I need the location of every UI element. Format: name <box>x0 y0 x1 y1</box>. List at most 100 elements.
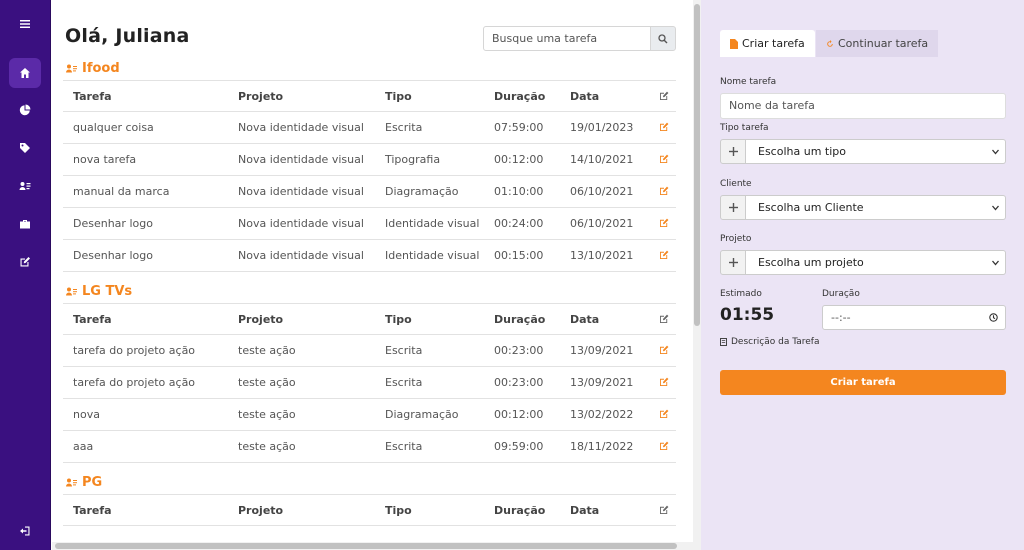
table-header-row: Tarefa Projeto Tipo Duração Data <box>63 494 676 526</box>
sidebar-item-reports[interactable] <box>9 95 41 125</box>
tag-icon <box>20 143 30 153</box>
sidebar-item-clients[interactable] <box>9 171 41 201</box>
sidebar-item-projects[interactable] <box>9 209 41 239</box>
scrollbar-thumb[interactable] <box>55 543 677 549</box>
edit-icon[interactable] <box>659 441 669 451</box>
add-type-button[interactable] <box>720 139 746 164</box>
project-cell: teste ação <box>238 440 296 453</box>
tab-create-task[interactable]: Criar tarefa <box>720 30 815 57</box>
select-value: Escolha um Cliente <box>758 201 864 214</box>
sidebar-item-home[interactable] <box>9 58 41 88</box>
search-icon <box>658 33 668 43</box>
menu-icon[interactable] <box>9 9 41 39</box>
sidebar-item-tags[interactable] <box>9 133 41 163</box>
duration-input[interactable]: --:-- <box>822 305 1006 330</box>
duration-label: Duração <box>822 289 860 299</box>
table-row: manual da marca Nova identidade visual D… <box>63 176 676 208</box>
type-cell: Tipografia <box>385 153 441 166</box>
user-list-icon <box>19 182 31 190</box>
add-client-button[interactable] <box>720 195 746 220</box>
table-row: nova teste ação Diagramação 00:12:00 13/… <box>63 399 676 431</box>
task-cell: nova tarefa <box>73 153 137 166</box>
project-cell: Nova identidade visual <box>238 249 364 262</box>
edit-icon[interactable] <box>659 345 669 355</box>
sidebar-item-tasks[interactable] <box>9 247 41 277</box>
column-header: Tipo <box>385 90 412 103</box>
scrollbar-thumb[interactable] <box>694 4 700 326</box>
table-header-row: Tarefa Projeto Tipo Duração Data <box>63 80 676 112</box>
plus-icon <box>728 147 738 156</box>
project-cell: teste ação <box>238 344 296 357</box>
table-row: aaa teste ação Escrita 09:59:00 18/11/20… <box>63 431 676 463</box>
project-label: Projeto <box>720 234 752 244</box>
client-name: Ifood <box>82 60 120 76</box>
chevron-down-icon <box>992 260 999 266</box>
column-header: Projeto <box>238 313 284 326</box>
edit-icon <box>659 91 669 101</box>
edit-icon[interactable] <box>659 186 669 196</box>
briefcase-icon <box>20 220 30 229</box>
add-project-button[interactable] <box>720 250 746 275</box>
table-row: nova tarefa Nova identidade visual Tipog… <box>63 144 676 176</box>
project-cell: Nova identidade visual <box>238 185 364 198</box>
project-cell: Nova identidade visual <box>238 121 364 134</box>
horizontal-scrollbar[interactable] <box>52 542 693 550</box>
date-cell: 13/02/2022 <box>570 408 634 421</box>
project-cell: Nova identidade visual <box>238 153 364 166</box>
edit-icon[interactable] <box>659 409 669 419</box>
search-button[interactable] <box>650 26 676 51</box>
document-icon <box>720 338 727 346</box>
task-cell: manual da marca <box>73 185 170 198</box>
column-header: Tarefa <box>73 504 112 517</box>
project-cell: teste ação <box>238 376 296 389</box>
edit-icon[interactable] <box>659 122 669 132</box>
logout-button[interactable] <box>9 516 41 546</box>
refresh-icon <box>827 39 833 47</box>
duration-value: --:-- <box>831 311 851 324</box>
project-select[interactable]: Escolha um projeto <box>746 250 1006 275</box>
page-title: Olá, Juliana <box>65 25 190 47</box>
search-input[interactable] <box>483 26 651 51</box>
users-icon <box>66 478 77 486</box>
type-cell: Diagramação <box>385 408 459 421</box>
tab-continue-task[interactable]: Continuar tarefa <box>816 30 939 57</box>
estimated-value: 01:55 <box>720 305 775 325</box>
select-value: Escolha um projeto <box>758 256 864 269</box>
edit-icon[interactable] <box>659 154 669 164</box>
duration-cell: 00:24:00 <box>494 217 544 230</box>
task-description-toggle[interactable]: Descrição da Tarefa <box>720 337 819 347</box>
sidebar <box>0 0 51 550</box>
column-header: Duração <box>494 90 546 103</box>
column-header: Data <box>570 313 600 326</box>
task-name-input[interactable]: Nome da tarefa <box>720 93 1006 119</box>
plus-icon <box>728 258 738 267</box>
vertical-scrollbar[interactable] <box>693 0 701 550</box>
task-cell: Desenhar logo <box>73 249 153 262</box>
edit-icon[interactable] <box>659 377 669 387</box>
task-table: Tarefa Projeto Tipo Duração Data <box>63 494 676 526</box>
column-header: Tipo <box>385 313 412 326</box>
estimated-label: Estimado <box>720 289 762 299</box>
project-cell: teste ação <box>238 408 296 421</box>
type-cell: Identidade visual <box>385 249 480 262</box>
chevron-down-icon <box>992 205 999 211</box>
client-select[interactable]: Escolha um Cliente <box>746 195 1006 220</box>
edit-square-icon <box>20 257 30 267</box>
task-type-select[interactable]: Escolha um tipo <box>746 139 1006 164</box>
home-icon <box>20 68 30 78</box>
duration-cell: 00:12:00 <box>494 153 544 166</box>
client-name: PG <box>82 474 103 490</box>
type-cell: Diagramação <box>385 185 459 198</box>
duration-cell: 00:23:00 <box>494 376 544 389</box>
create-task-button[interactable]: Criar tarefa <box>720 370 1006 395</box>
table-row: qualquer coisa Nova identidade visual Es… <box>63 112 676 144</box>
client-name: LG TVs <box>82 283 133 299</box>
type-cell: Escrita <box>385 344 423 357</box>
duration-cell: 07:59:00 <box>494 121 544 134</box>
edit-icon[interactable] <box>659 250 669 260</box>
date-cell: 06/10/2021 <box>570 217 634 230</box>
column-header: Data <box>570 504 600 517</box>
tab-label: Criar tarefa <box>742 37 805 50</box>
duration-cell: 00:12:00 <box>494 408 544 421</box>
edit-icon[interactable] <box>659 218 669 228</box>
